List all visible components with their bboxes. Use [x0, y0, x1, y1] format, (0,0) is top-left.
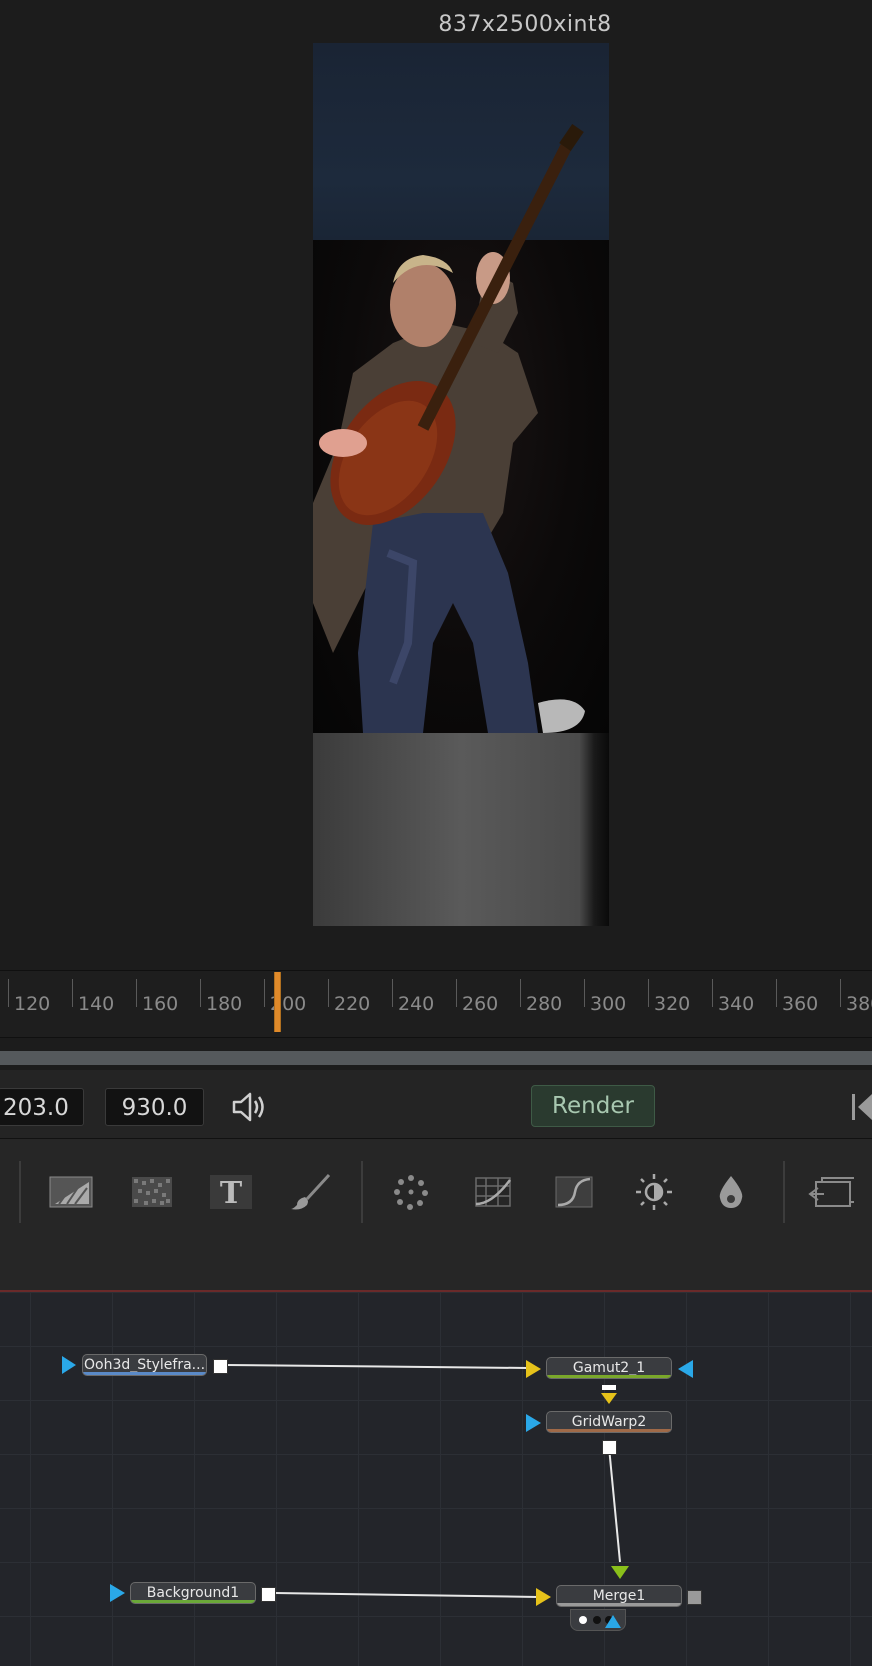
- tick-label: 240: [398, 993, 435, 1015]
- tick-label: 120: [14, 993, 51, 1015]
- node-output-port[interactable]: [687, 1590, 702, 1605]
- curves-icon[interactable]: [551, 1172, 597, 1212]
- drop-icon[interactable]: [708, 1172, 754, 1212]
- tick-label: 180: [206, 993, 243, 1015]
- node-editor-header: [0, 1240, 872, 1292]
- tick-mark: [840, 979, 841, 1007]
- tick-mark: [328, 979, 329, 1007]
- node-connections: [62, 1356, 693, 1606]
- node-label: GridWarp2: [571, 1414, 647, 1430]
- timeline-scrubber[interactable]: [0, 1051, 872, 1065]
- start-frame-field[interactable]: 203.0: [0, 1088, 84, 1126]
- node-output-port[interactable]: [213, 1359, 228, 1374]
- resolution-label: 837x2500xint8: [438, 12, 612, 37]
- tick-mark: [584, 979, 585, 1007]
- node-gamut[interactable]: Gamut2_1: [546, 1357, 672, 1379]
- paint-icon[interactable]: [288, 1172, 334, 1212]
- tick-label: 160: [142, 993, 179, 1015]
- tick-label: 300: [590, 993, 627, 1015]
- tick-label: 140: [78, 993, 115, 1015]
- playhead[interactable]: [274, 972, 281, 1032]
- tick-mark: [72, 979, 73, 1007]
- node-editor[interactable]: Ooh3d_Stylefra... Gamut2_1 GridWarp2 Bac…: [0, 1292, 872, 1666]
- node-label: Merge1: [592, 1588, 646, 1604]
- node-loader[interactable]: Ooh3d_Stylefra...: [82, 1354, 207, 1376]
- toolbar-divider: [783, 1161, 785, 1223]
- tick-mark: [648, 979, 649, 1007]
- node-output-port[interactable]: [602, 1440, 617, 1455]
- skip-start-icon[interactable]: [850, 1092, 872, 1122]
- tick-mark: [264, 979, 265, 1007]
- node-label: Background1: [146, 1585, 240, 1601]
- tick-mark: [8, 979, 9, 1007]
- noise-icon[interactable]: [129, 1172, 175, 1212]
- grid-warp-icon[interactable]: [470, 1172, 516, 1212]
- merge-mask-tab[interactable]: [570, 1609, 626, 1631]
- end-frame-field[interactable]: 930.0: [105, 1088, 204, 1126]
- tick-label: 280: [526, 993, 563, 1015]
- tool-bar: T: [0, 1139, 872, 1241]
- svg-text:T: T: [220, 1176, 243, 1209]
- tick-label: 360: [782, 993, 819, 1015]
- tick-mark: [456, 979, 457, 1007]
- speaker-icon[interactable]: [230, 1088, 268, 1126]
- render-button[interactable]: Render: [531, 1085, 655, 1127]
- gradient-icon[interactable]: [48, 1172, 94, 1212]
- particles-icon[interactable]: [388, 1172, 434, 1212]
- tick-label: 260: [462, 993, 499, 1015]
- tick-mark: [200, 979, 201, 1007]
- tick-label: 340: [718, 993, 755, 1015]
- tick-mark: [136, 979, 137, 1007]
- tick-mark: [392, 979, 393, 1007]
- tick-mark: [520, 979, 521, 1007]
- timeline-ruler[interactable]: 120 140 160 180 200 220 240 260 280 300 …: [0, 970, 872, 1038]
- node-background[interactable]: Background1: [130, 1582, 256, 1604]
- viewer-icon[interactable]: [808, 1172, 854, 1212]
- node-label: Gamut2_1: [572, 1360, 646, 1376]
- node-merge[interactable]: Merge1: [556, 1585, 682, 1607]
- tick-mark: [776, 979, 777, 1007]
- node-output-port[interactable]: [261, 1587, 276, 1602]
- viewer-image: [313, 43, 609, 926]
- tick-label: 320: [654, 993, 691, 1015]
- tick-label: 380: [846, 993, 872, 1015]
- transport-bar: 203.0 930.0 Render: [0, 1070, 872, 1139]
- toolbar-divider: [361, 1161, 363, 1223]
- tick-label: 220: [334, 993, 371, 1015]
- brightness-contrast-icon[interactable]: [631, 1172, 677, 1212]
- tick-mark: [712, 979, 713, 1007]
- node-gridwarp[interactable]: GridWarp2: [546, 1411, 672, 1433]
- node-label: Ooh3d_Stylefra...: [83, 1357, 206, 1373]
- text-icon[interactable]: T: [208, 1172, 254, 1212]
- merge-mask-ports: [579, 1615, 621, 1628]
- toolbar-divider: [19, 1161, 21, 1223]
